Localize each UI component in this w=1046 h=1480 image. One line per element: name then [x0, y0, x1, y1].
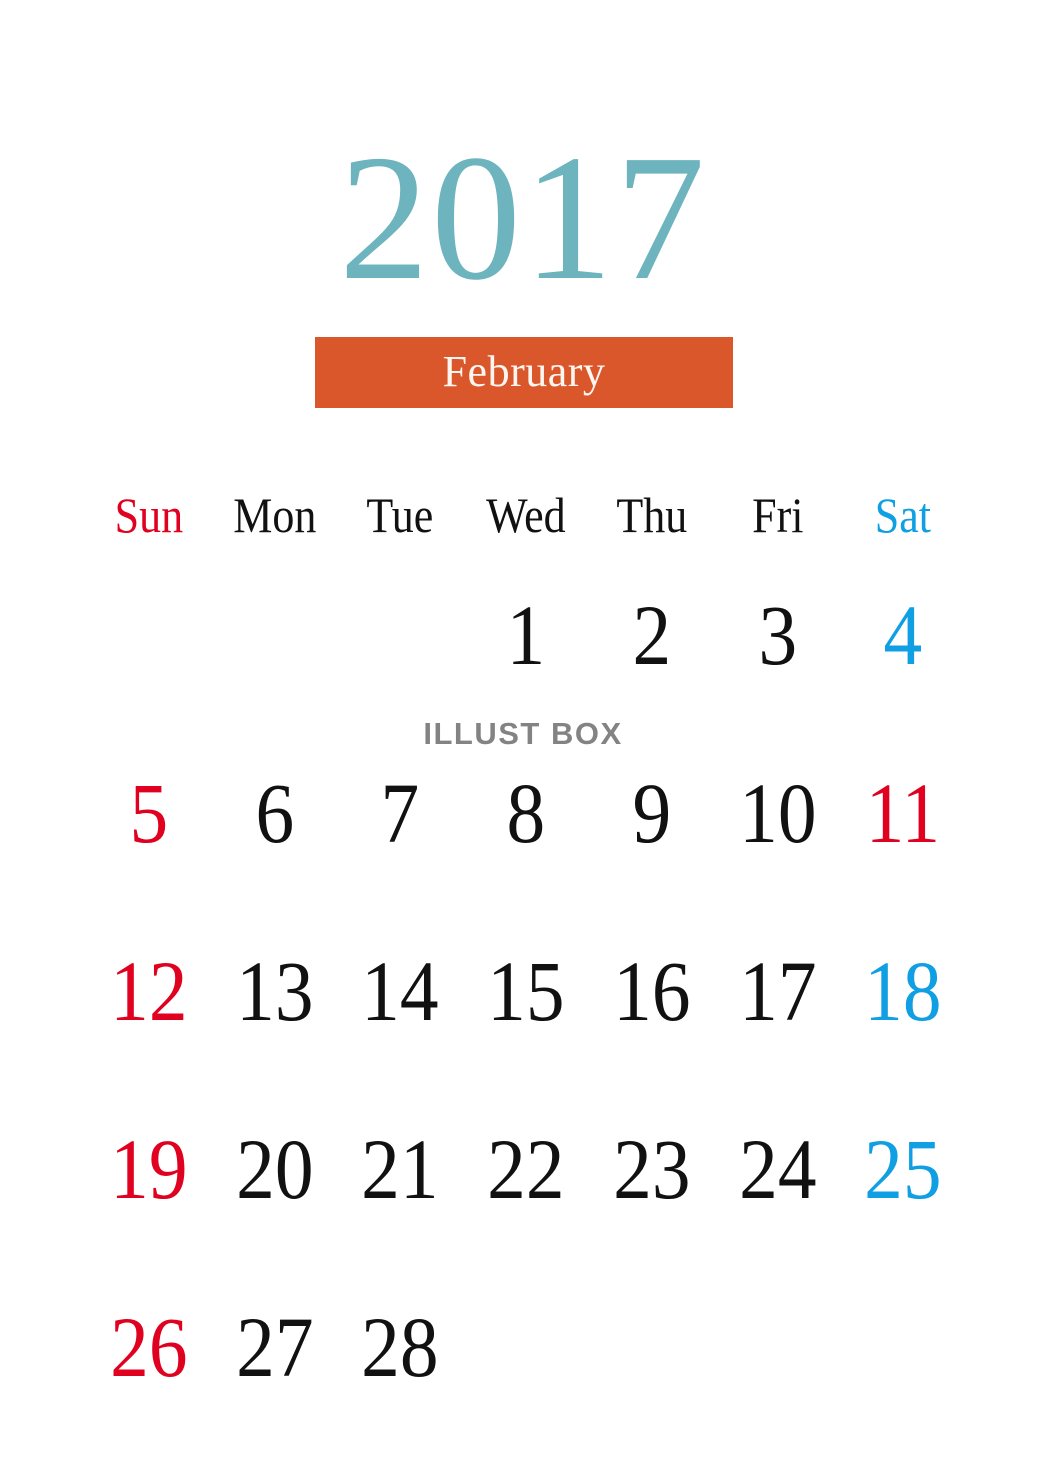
calendar-week-row: 1234 — [86, 546, 966, 724]
calendar-day-empty — [469, 1258, 582, 1436]
calendar-day-empty — [721, 1258, 834, 1436]
calendar-week-row: 12 13 14 15 16 17 18 — [86, 902, 966, 1080]
calendar-day-empty — [595, 1258, 708, 1436]
calendar-day-cell[interactable]: 4 — [847, 546, 960, 724]
calendar-day-cell[interactable]: 11 — [847, 724, 960, 902]
calendar-day-cell[interactable]: 23 — [595, 1080, 708, 1258]
weekday-header-mon: Mon — [232, 487, 317, 543]
calendar-day-cell[interactable]: 21 — [344, 1080, 457, 1258]
weekday-header-sat: Sat — [875, 487, 932, 543]
calendar-day-cell[interactable]: 3 — [721, 546, 834, 724]
calendar-day-cell[interactable]: 6 — [218, 724, 331, 902]
weekday-header-thu: Thu — [616, 487, 688, 543]
calendar-day-cell[interactable]: 13 — [218, 902, 331, 1080]
weekday-header-wed: Wed — [486, 487, 566, 543]
weekday-header-fri: Fri — [751, 487, 804, 543]
calendar-day-cell[interactable]: 10 — [721, 724, 834, 902]
calendar-day-cell[interactable]: 24 — [721, 1080, 834, 1258]
calendar-day-cell[interactable]: 26 — [92, 1258, 205, 1436]
calendar-day-cell[interactable]: 12 — [92, 902, 205, 1080]
calendar-day-cell[interactable]: 20 — [218, 1080, 331, 1258]
month-name: February — [442, 346, 606, 396]
calendar-weeks: 1 2 3 4 5 6 7 8 9 10 11 12 13 14 15 16 17 18 19 20 21 22 23 24 2… — [86, 546, 966, 1436]
calendar-day-empty — [218, 546, 331, 724]
calendar-page: 2017 February Sun Mon Tue Wed Thu Fri Sa… — [0, 0, 1046, 1480]
calendar-day-cell[interactable]: 14 — [344, 902, 457, 1080]
calendar-day-cell[interactable]: 17 — [721, 902, 834, 1080]
calendar-day-empty — [847, 1258, 960, 1436]
calendar-day-cell[interactable]: 1 — [469, 546, 582, 724]
calendar-day-cell[interactable]: 19 — [92, 1080, 205, 1258]
calendar-day-empty — [92, 546, 205, 724]
calendar-day-cell[interactable]: 15 — [469, 902, 582, 1080]
calendar-day-cell[interactable]: 9 — [595, 724, 708, 902]
calendar-week-row: 5 6 7 8 9 10 11 — [86, 724, 966, 902]
weekday-header-sun: Sun — [114, 487, 184, 543]
weekday-header-row: Sun Mon Tue Wed Thu Fri Sat — [86, 484, 966, 546]
calendar-day-cell[interactable]: 5 — [92, 724, 205, 902]
calendar-day-cell[interactable]: 2 — [595, 546, 708, 724]
calendar-day-cell[interactable]: 16 — [595, 902, 708, 1080]
calendar-day-empty — [344, 546, 457, 724]
month-banner: February — [315, 337, 733, 408]
calendar-year: 2017 — [339, 118, 707, 317]
calendar-grid: Sun Mon Tue Wed Thu Fri Sat 1 2 3 4 5 6 7 8 9 10 1… — [86, 484, 966, 1436]
weekday-header-tue: Tue — [366, 487, 434, 543]
calendar-day-cell[interactable]: 25 — [847, 1080, 960, 1258]
calendar-day-cell[interactable]: 18 — [847, 902, 960, 1080]
calendar-day-cell[interactable]: 27 — [218, 1258, 331, 1436]
calendar-day-cell[interactable]: 28 — [344, 1258, 457, 1436]
calendar-week-row: 26 27 28 — [86, 1258, 966, 1436]
calendar-day-cell[interactable]: 8 — [469, 724, 582, 902]
calendar-day-cell[interactable]: 22 — [469, 1080, 582, 1258]
calendar-week-row: 19 20 21 22 23 24 25 — [86, 1080, 966, 1258]
calendar-day-cell[interactable]: 7 — [344, 724, 457, 902]
